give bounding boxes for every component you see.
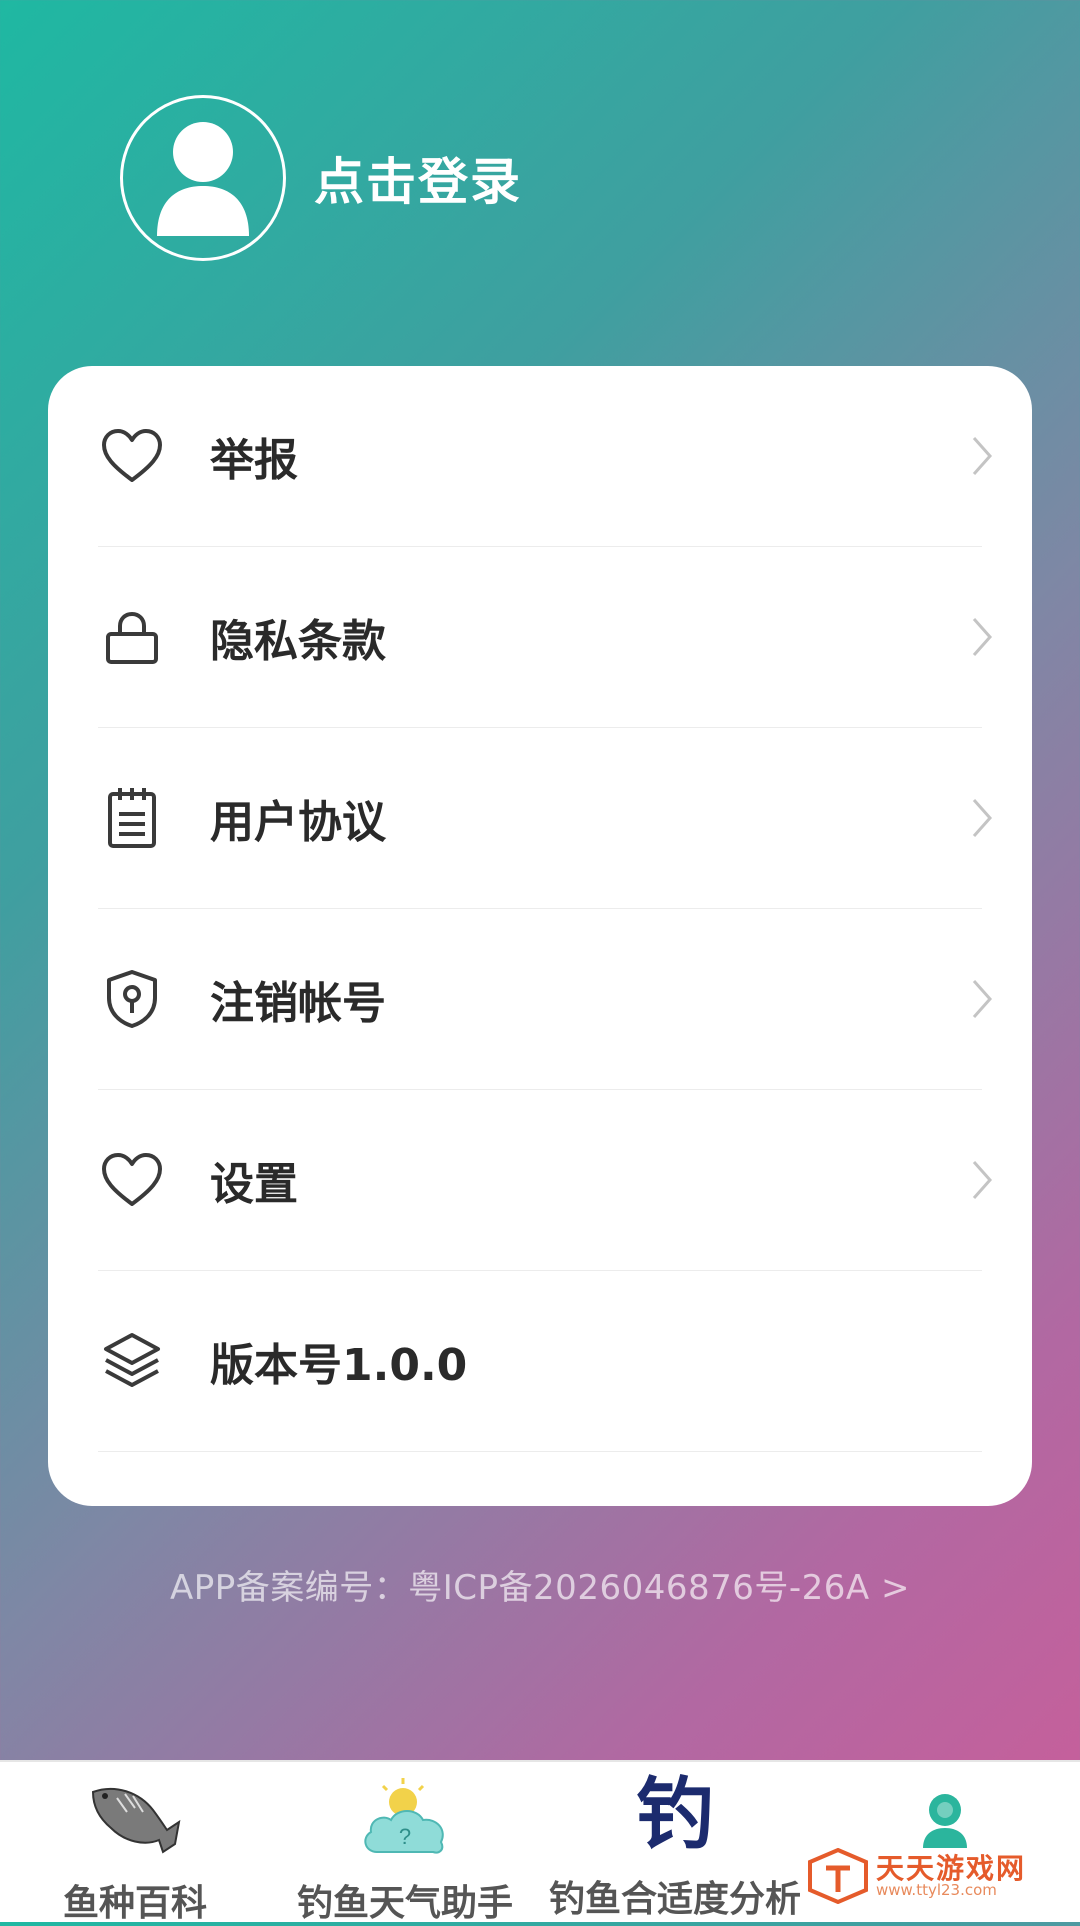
- tab-fish-encyclopedia[interactable]: 鱼种百科: [0, 1762, 270, 1924]
- lock-icon: [98, 603, 166, 671]
- tab-label: 鱼种百科: [62, 1883, 207, 1924]
- tab-label: 钓鱼天气助手: [296, 1883, 513, 1924]
- heart-icon: [98, 1146, 166, 1214]
- profile-header[interactable]: 点击登录: [120, 95, 522, 261]
- login-link[interactable]: 点击登录: [314, 142, 522, 214]
- watermark-title: 天天游戏网: [876, 1851, 1027, 1885]
- version-label: 版本号1.0.0: [210, 1340, 468, 1391]
- watermark: 天天游戏网 www.ttyl23.com: [808, 1848, 1026, 1904]
- menu-item-label: 隐私条款: [210, 616, 386, 667]
- chevron-right-icon: [972, 799, 993, 837]
- document-icon: [98, 784, 166, 852]
- tab-label: 钓鱼合适度分析: [548, 1879, 801, 1920]
- menu-card: 举报 隐私条款 用户协议 注销帐号 设置 版本号1.0.0: [48, 366, 1032, 1506]
- menu-item-label: 注销帐号: [210, 978, 386, 1029]
- chevron-right-icon: [972, 437, 993, 475]
- weather-cloud-icon: ?: [357, 1772, 453, 1862]
- menu-item-version: 版本号1.0.0: [98, 1271, 982, 1452]
- user-avatar-icon: [157, 122, 249, 236]
- menu-item-user-agreement[interactable]: 用户协议: [98, 728, 993, 909]
- diao-character-icon: 钓: [635, 1770, 714, 1860]
- fish-icon: [87, 1772, 183, 1862]
- menu-item-privacy[interactable]: 隐私条款: [98, 547, 993, 728]
- layers-icon: [98, 1327, 166, 1395]
- avatar[interactable]: [120, 95, 286, 261]
- menu-item-delete-account[interactable]: 注销帐号: [98, 909, 993, 1090]
- chevron-right-icon: [972, 618, 993, 656]
- menu-item-label: 设置: [210, 1159, 298, 1210]
- icp-registration-link[interactable]: APP备案编号：粤ICP备2026046876号-26A >: [0, 1560, 1080, 1609]
- shield-icon: [98, 965, 166, 1033]
- menu-item-settings[interactable]: 设置: [98, 1090, 993, 1271]
- heart-icon: [98, 422, 166, 490]
- watermark-logo-icon: [808, 1848, 868, 1904]
- watermark-url: www.ttyl23.com: [876, 1880, 997, 1899]
- menu-item-report[interactable]: 举报: [98, 366, 993, 547]
- chevron-right-icon: [972, 1161, 993, 1199]
- tab-fishing-weather[interactable]: ? 钓鱼天气助手: [270, 1762, 540, 1924]
- svg-text:?: ?: [399, 1824, 411, 1849]
- menu-item-label: 用户协议: [210, 797, 386, 848]
- menu-item-label: 举报: [210, 435, 298, 486]
- tab-fishing-suitability[interactable]: 钓 钓鱼合适度分析: [540, 1762, 810, 1922]
- chevron-right-icon: [972, 980, 993, 1018]
